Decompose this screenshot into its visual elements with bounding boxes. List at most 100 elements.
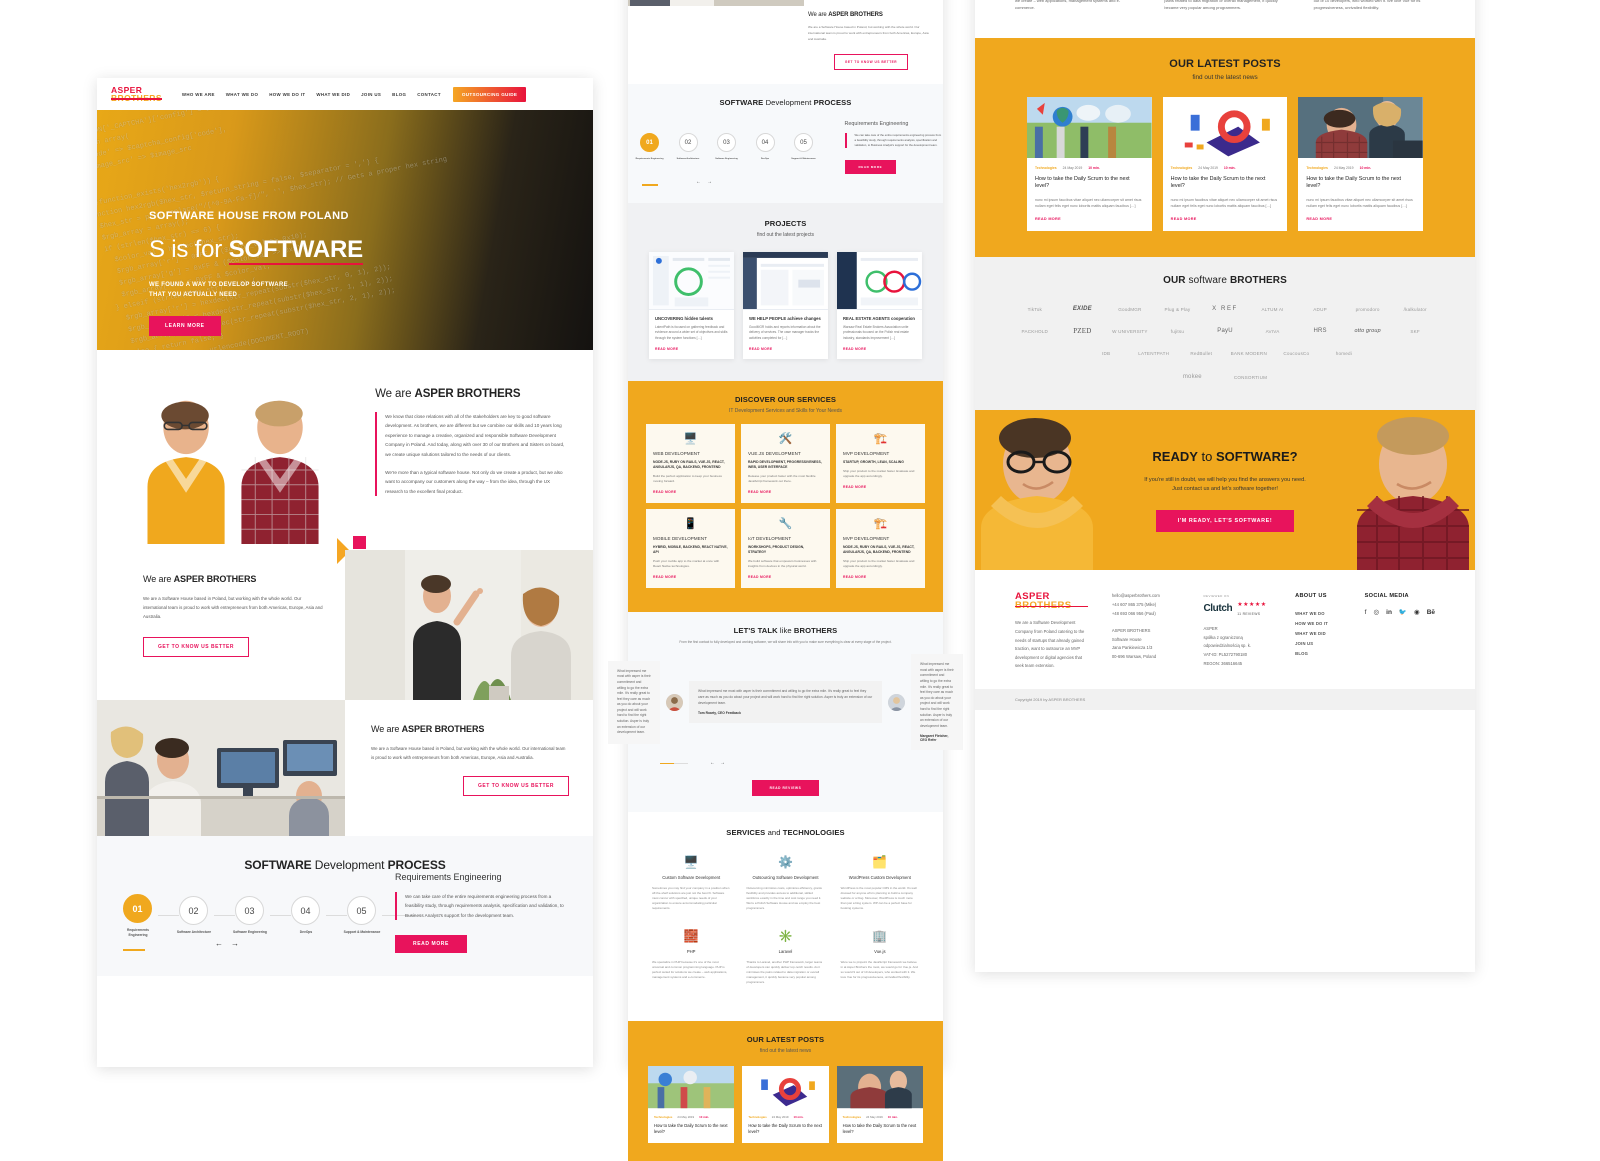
service-read-more[interactable]: READ MORE [843,485,918,489]
strip3-cta-button[interactable]: GET TO KNOW US BETTER [463,776,569,796]
step-number[interactable]: 04 [755,133,775,153]
linkedin-icon[interactable]: in [1386,609,1392,618]
arrow-left-icon[interactable]: ← [696,179,707,185]
service-read-more[interactable]: READ MORE [653,575,728,579]
arrow-right-icon[interactable]: → [720,760,730,766]
step-number[interactable]: 03 [717,133,736,153]
project-read-more[interactable]: READ MORE [843,347,916,351]
nav-item-who-we-are[interactable]: WHO WE ARE [182,92,215,97]
footer-logo[interactable]: ASPER BROTHERS [1015,592,1088,611]
arrow-left-icon[interactable]: ← [710,760,720,766]
project-read-more[interactable]: READ MORE [655,347,728,351]
footer-link-what-we-did[interactable]: WHAT WE DID [1295,629,1341,639]
instagram-icon[interactable]: ◎ [1373,609,1379,618]
social-icon-row[interactable]: f ◎ in 🐦 ◉ Bē [1365,609,1435,618]
service-card[interactable]: 🛠️ VUE.JS DEVELOPMENT RAPID DEVELOPMENT, P… [740,424,830,504]
service-tags: NODE.JS, RUBY ON RAILS, VUE.JS, REACT, A… [653,460,725,470]
footer-link-join-us[interactable]: JOIN US [1295,639,1341,649]
nav-item-join-us[interactable]: JOIN US [361,92,381,97]
service-card[interactable]: 🏗️ MVP DEVELOPMENT NODE.JS, RUBY ON RAILS,… [835,509,925,589]
post-card[interactable]: Technologies 24 May 2019 10 min. How to ta… [1298,96,1424,232]
post-date: 24 May 2019 [771,1115,789,1120]
process-step-1[interactable]: 01 Requirements Engineering [123,894,158,937]
outsourcing-guide-button[interactable]: OUTSOURCING GUIDE [452,86,527,102]
step-number[interactable]: 02 [678,133,698,153]
service-card[interactable]: 🔧 IoT DEVELOPMENT WORKSHOPS, PRODUCT DESIG… [740,509,830,589]
process-read-more-button[interactable]: READ MORE [395,935,467,954]
col2-read-more-button[interactable]: READ MORE [844,160,897,174]
service-tags: NODE.JS, RUBY ON RAILS, VUE.JS, REACT, A… [842,545,915,555]
tech-grid: 🖥️ Custom Software Development Sometimes y… [628,837,943,1011]
project-card[interactable]: UNCOVERING hidden talents LatentPath is … [649,252,734,360]
read-reviews-button[interactable]: READ REVIEWS [751,780,820,797]
post-card[interactable]: Technologies 24 May 2019 10 min. How to tak… [836,1066,923,1144]
post-read-more[interactable]: READ MORE [1306,217,1415,221]
post-read-more[interactable]: READ MORE [1035,217,1144,221]
arrow-right-icon[interactable]: → [707,179,718,185]
col2-step-2[interactable]: 02 Software Architecture [677,133,704,162]
footer-phone-1[interactable]: +44 607 865 375 (Mike) [1112,601,1180,610]
process-step-2[interactable]: 02 Software Architecture [177,896,214,935]
col2-step-4[interactable]: 04 DevOps [755,133,781,162]
footer-link-blog[interactable]: BLOG [1295,649,1341,659]
process-step-4[interactable]: 04 DevOps [291,896,326,935]
service-card[interactable]: 📱 MOBILE DEVELOPMENT HYBRID, MOBILE, BACKE… [646,509,735,589]
site-logo[interactable]: ASPER BROTHERS [111,86,162,102]
arrow-right-icon[interactable]: → [231,939,247,948]
site-footer: ASPER BROTHERS We are a Software Develop… [975,570,1475,689]
nav-item-how-we-do-it[interactable]: HOW WE DO IT [269,92,305,97]
twitter-icon[interactable]: 🐦 [1399,609,1407,618]
footer-link-what-we-do[interactable]: WHAT WE DO [1295,609,1341,619]
service-read-more[interactable]: READ MORE [843,575,918,579]
post-read-more[interactable]: READ MORE [1171,217,1280,221]
post-card[interactable]: Technologies 24 May 2019 10 min. How to tak… [742,1066,829,1144]
nav-item-blog[interactable]: BLOG [392,92,406,97]
step-number[interactable]: 05 [794,133,813,153]
col2-carousel-arrows[interactable]: ←→ [696,179,943,185]
behance-icon[interactable]: Bē [1427,609,1435,618]
service-card[interactable]: 🏗️ MVP DEVELOPMENT STARTUP, GROWTH, LEAN, … [835,424,925,504]
testimonial-arrows[interactable]: ←→ [710,760,730,766]
nav-item-what-we-did[interactable]: WHAT WE DID [316,92,350,97]
who-we-are-strip: We are ASPER BROTHERS We are a Software … [97,536,593,700]
nav-item-contact[interactable]: CONTACT [417,92,441,97]
footer-email[interactable]: hello@asperbrothers.com [1112,592,1180,601]
clutch-widget[interactable]: Clutch ★★★★★ 11 REVIEWS [1203,601,1271,618]
post-card[interactable]: Technologies 24 May 2019 10 min. How to tak… [648,1066,735,1144]
process-step-3[interactable]: 03 Software Engineering [233,896,270,935]
step-number[interactable]: 03 [235,896,264,926]
cta-button[interactable]: I'M READY, LET'S SOFTWARE! [1155,509,1295,532]
arrow-left-icon[interactable]: ← [215,939,231,948]
facebook-icon[interactable]: f [1365,609,1367,618]
posts-grid: Technologies 24 May 2019 10 min. How to ta… [975,81,1475,232]
hero-learn-more-button[interactable]: LEARN MORE [149,316,221,336]
service-read-more[interactable]: READ MORE [653,490,728,494]
col2-step-5[interactable]: 05 Support & Maintenance [791,133,819,162]
step-number[interactable]: 05 [347,896,376,926]
project-read-more[interactable]: READ MORE [749,347,822,351]
dribbble-icon[interactable]: ◉ [1414,609,1420,618]
step-number[interactable]: 02 [179,896,208,926]
step-number[interactable]: 01 [640,133,659,153]
nav-links[interactable]: WHO WE ARE WHAT WE DO HOW WE DO IT WHAT … [182,92,441,97]
service-read-more[interactable]: READ MORE [748,490,823,494]
project-card[interactable]: WE HELP PEOPLE achieve changes GoodMGR h… [743,252,828,360]
strip2-cta-button[interactable]: GET TO KNOW US BETTER [143,637,249,657]
testimonial-carousel[interactable]: What impressed me most with asper is the… [608,644,963,751]
post-card[interactable]: Technologies 24 May 2019 10 min. How to ta… [1162,96,1288,232]
top-navigation[interactable]: ASPER BROTHERS WHO WE ARE WHAT WE DO HOW… [97,78,593,110]
project-card[interactable]: REAL ESTATE AGENTS cooperation Warsaw Re… [837,252,922,360]
service-card[interactable]: 🖥️ WEB DEVELOPMENT NODE.JS, RUBY ON RAILS,… [646,424,735,504]
footer-phone-2[interactable]: +48 693 066 956 (Paul) [1112,610,1180,619]
project-thumbnail [837,252,922,310]
process-step-5[interactable]: 05 Support & Maintenance [344,896,382,935]
col2-step-3[interactable]: 03 Software Engineering [715,133,742,162]
post-card[interactable]: Technologies 24 May 2019 10 min. How to ta… [1027,96,1152,232]
footer-link-how-we-do-it[interactable]: HOW WE DO IT [1295,619,1341,629]
col2-cta-button[interactable]: GET TO KNOW US BETTER [833,54,909,70]
step-number[interactable]: 01 [123,894,152,923]
col2-step-1[interactable]: 01 Requirements Engineering [636,133,665,162]
service-read-more[interactable]: READ MORE [748,575,823,579]
nav-item-what-we-do[interactable]: WHAT WE DO [226,92,258,97]
step-number[interactable]: 04 [291,896,320,926]
